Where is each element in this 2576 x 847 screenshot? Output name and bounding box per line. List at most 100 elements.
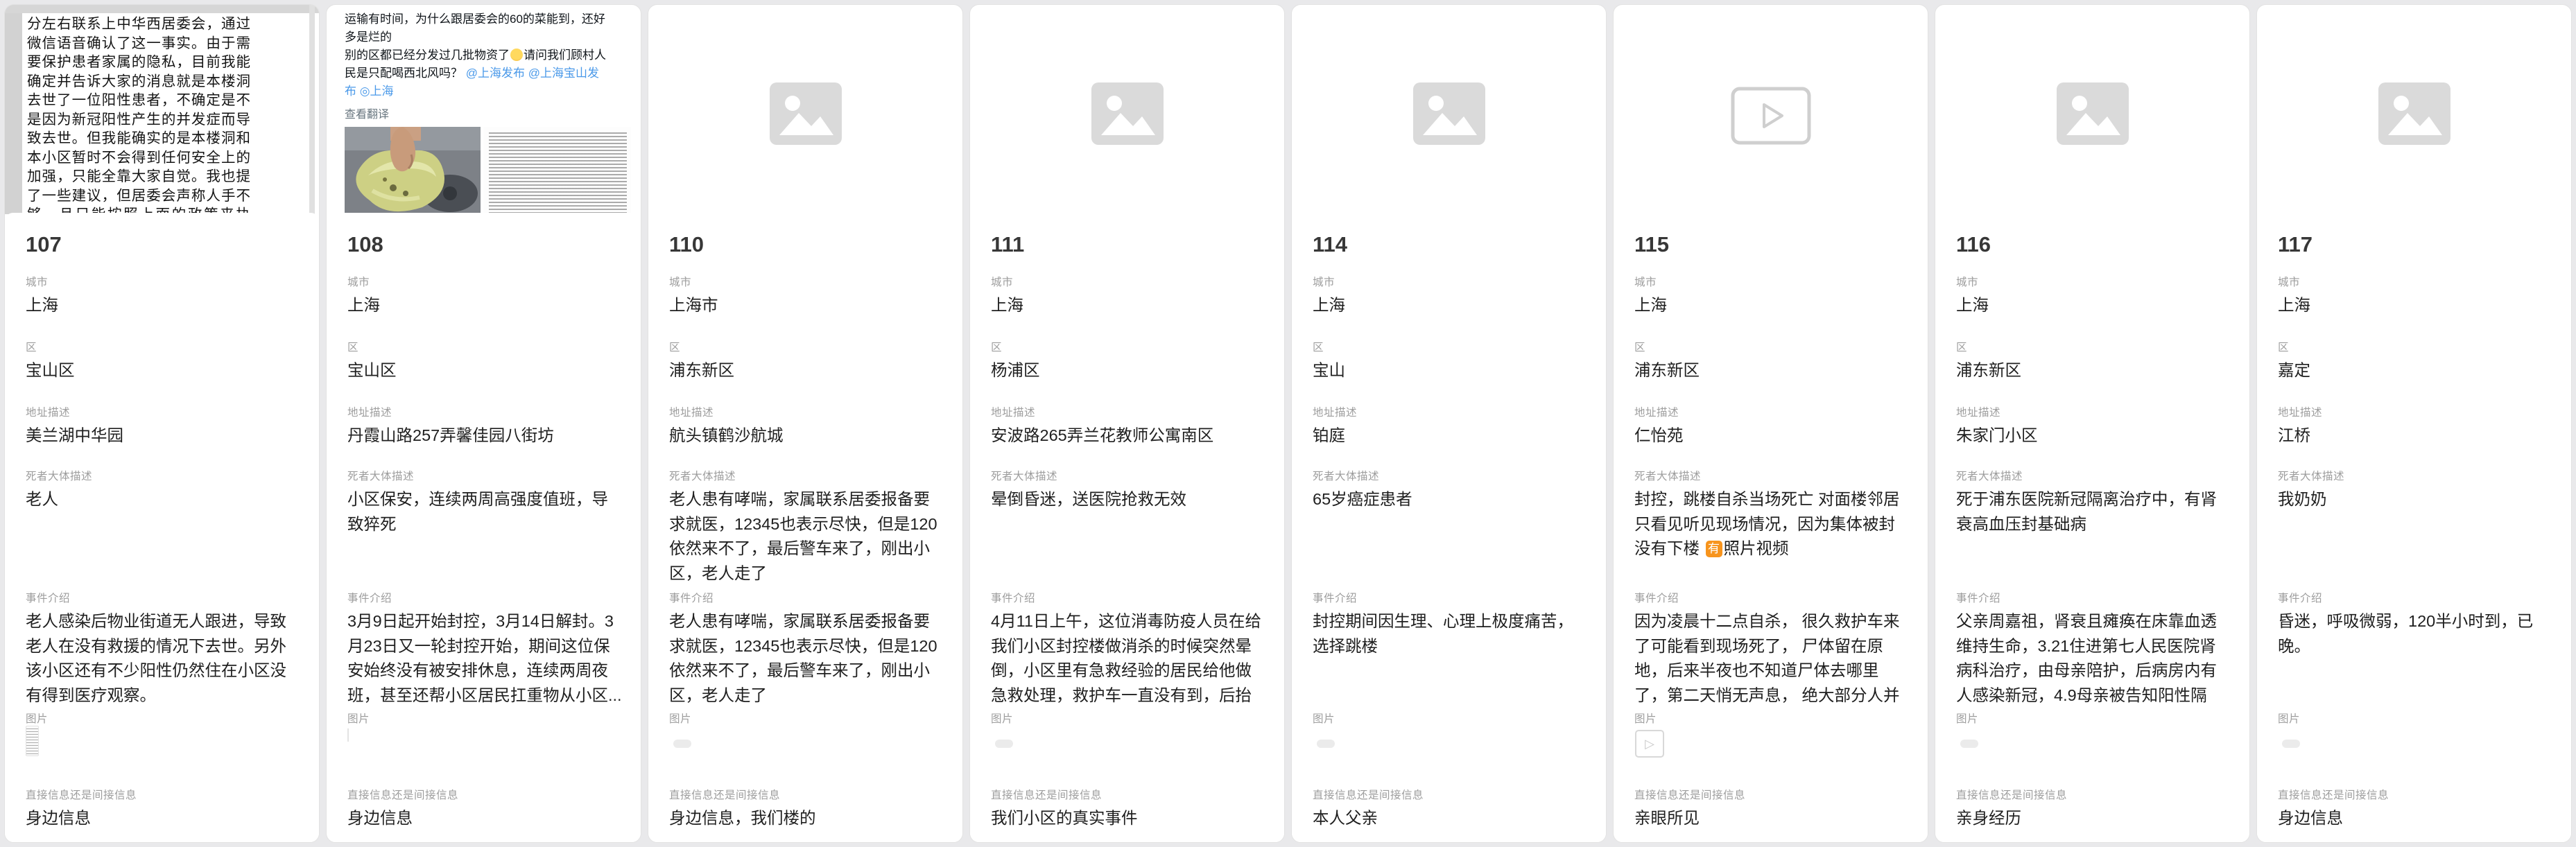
field-label-event: 事件介绍 — [1956, 590, 2231, 605]
field-label-event: 事件介绍 — [1313, 590, 1588, 605]
field-value-address: 丹霞山路257弄馨佳园八街坊 — [347, 424, 623, 448]
field-label-city: 城市 — [2278, 274, 2553, 289]
wechat-message-text: 分左右联系上中华西居委会，通过微信语音确认了这一事实。由于需要保护患者家属的隐私… — [27, 15, 250, 220]
field-label-city: 城市 — [347, 274, 623, 289]
field-label-city: 城市 — [1634, 274, 1910, 289]
field-value-city: 上海 — [26, 293, 301, 318]
card-number: 116 — [1956, 232, 1991, 257]
field-value-city: 上海 — [347, 293, 623, 318]
deceased-text-suffix: 照片视频 — [1724, 539, 1789, 557]
attachment-thumb-text[interactable] — [347, 728, 349, 742]
field-label-direct: 直接信息还是间接信息 — [347, 787, 623, 802]
tweet-text-line: 运输有时间，为什么跟居委会的60的菜能到，还好多是烂的 — [345, 10, 610, 46]
field-label-district: 区 — [1313, 339, 1588, 354]
attachment-thumbnail-video[interactable]: ▷ — [1635, 730, 1664, 758]
field-value-deceased: 封控，跳楼自杀当场死亡 对面楼邻居只看见听见现场情况，因为集体被封没有下楼 有照… — [1634, 487, 1910, 561]
field-label-deceased: 死者大体描述 — [669, 468, 944, 483]
field-value-event: 老人患有哮喘，家属联系居委报备要求就医，12345也表示尽快，但是120依然来不… — [669, 609, 944, 708]
incident-card[interactable]: 110 城市 上海市 区 浦东新区 地址描述 航头镇鹤沙航城 死者大体描述 老人… — [648, 4, 963, 843]
attachment-thumbnail-screenshot[interactable] — [26, 726, 39, 756]
field-value-address: 航头镇鹤沙航城 — [669, 424, 944, 448]
attachment-thumbnail[interactable] — [673, 740, 691, 748]
attachment-thumbnail[interactable] — [1317, 740, 1335, 748]
field-label-direct: 直接信息还是间接信息 — [1956, 787, 2231, 802]
incident-card[interactable]: 114 城市 上海 区 宝山 地址描述 铂庭 死者大体描述 65岁癌症患者 事件… — [1291, 4, 1607, 843]
field-label-district: 区 — [991, 339, 1266, 354]
screenshot-left-margin — [5, 5, 22, 214]
field-label-event: 事件介绍 — [669, 590, 944, 605]
screenshot-right-margin — [309, 5, 315, 214]
field-value-district: 宝山区 — [26, 358, 301, 383]
field-value-address: 江桥 — [2278, 424, 2553, 448]
field-label-city: 城市 — [669, 274, 944, 289]
card-cover-media: 运输有时间，为什么跟居委会的60的菜能到，还好多是烂的 别的区都已经分发过几批物… — [327, 5, 641, 220]
attachment-thumbnail[interactable] — [2282, 740, 2300, 748]
field-value-city: 上海市 — [669, 293, 944, 318]
field-label-district: 区 — [1634, 339, 1910, 354]
field-label-direct: 直接信息还是间接信息 — [26, 787, 301, 802]
field-label-image: 图片 — [26, 710, 301, 726]
attachment-thumbnail[interactable] — [995, 740, 1013, 748]
attachment-thumbnails-stacked[interactable] — [347, 729, 363, 742]
incident-card[interactable]: 117 城市 上海 区 嘉定 地址描述 江桥 死者大体描述 我奶奶 事件介绍 昏… — [2256, 4, 2572, 843]
field-label-event: 事件介绍 — [347, 590, 623, 605]
field-label-direct: 直接信息还是间接信息 — [669, 787, 944, 802]
tweet-attached-images — [345, 127, 631, 220]
field-label-district: 区 — [2278, 339, 2553, 354]
deceased-text: 老人 — [26, 490, 58, 508]
field-value-address: 铂庭 — [1313, 424, 1588, 448]
field-value-deceased: 65岁癌症患者 — [1313, 487, 1588, 512]
field-label-image: 图片 — [347, 710, 623, 726]
field-label-event: 事件介绍 — [1634, 590, 1910, 605]
card-cover-media — [1614, 5, 1928, 220]
field-value-direct: 本人父亲 — [1313, 806, 1588, 831]
screenshot-top-margin — [5, 5, 319, 13]
field-value-deceased: 我奶奶 — [2278, 487, 2553, 512]
card-cover-media — [970, 5, 1284, 220]
tweet-text: 别的区都已经分发过几批物资了 — [345, 49, 510, 62]
incident-card[interactable]: 运输有时间，为什么跟居委会的60的菜能到，还好多是烂的 别的区都已经分发过几批物… — [326, 4, 641, 843]
field-label-image: 图片 — [2278, 710, 2553, 726]
card-number: 108 — [347, 232, 383, 257]
deceased-text: 我奶奶 — [2278, 490, 2327, 508]
field-label-city: 城市 — [1313, 274, 1588, 289]
field-value-deceased: 老人 — [26, 487, 301, 512]
field-value-district: 浦东新区 — [669, 358, 944, 383]
field-label-city: 城市 — [26, 274, 301, 289]
field-value-deceased: 晕倒昏迷，送医院抢救无效 — [991, 487, 1266, 512]
field-label-direct: 直接信息还是间接信息 — [2278, 787, 2553, 802]
field-value-district: 浦东新区 — [1634, 358, 1910, 383]
field-label-direct: 直接信息还是间接信息 — [1634, 787, 1910, 802]
field-label-image: 图片 — [1956, 710, 2231, 726]
field-label-deceased: 死者大体描述 — [2278, 468, 2553, 483]
field-value-direct: 亲眼所见 — [1634, 806, 1910, 831]
deceased-text: 65岁癌症患者 — [1313, 490, 1412, 508]
have-badge-emoji: 有 — [1706, 541, 1722, 557]
field-label-address: 地址描述 — [1956, 404, 2231, 419]
attachment-thumbnail[interactable] — [1960, 740, 1978, 748]
deceased-text: 老人患有哮喘，家属联系居委报备要求就医，12345也表示尽快，但是120依然来不… — [669, 490, 937, 582]
field-label-district: 区 — [26, 339, 301, 354]
field-label-image: 图片 — [1313, 710, 1588, 726]
field-value-deceased: 老人患有哮喘，家属联系居委报备要求就医，12345也表示尽快，但是120依然来不… — [669, 487, 944, 586]
field-value-district: 宝山 — [1313, 358, 1588, 383]
field-label-image: 图片 — [669, 710, 944, 726]
view-translation-link[interactable]: 查看翻译 — [345, 105, 610, 121]
incident-card[interactable]: 116 城市 上海 区 浦东新区 地址描述 朱家门小区 死者大体描述 死于浦东医… — [1935, 4, 2250, 843]
deceased-text: 晕倒昏迷，送医院抢救无效 — [991, 490, 1186, 508]
incident-card[interactable]: 111 城市 上海 区 杨浦区 地址描述 安波路265弄兰花教师公寓南区 死者大… — [969, 4, 1285, 843]
field-value-address: 安波路265弄兰花教师公寓南区 — [991, 424, 1266, 448]
incident-card[interactable]: 115 城市 上海 区 浦东新区 地址描述 仁怡苑 死者大体描述 封控，跳楼自杀… — [1613, 4, 1928, 843]
field-label-event: 事件介绍 — [2278, 590, 2553, 605]
field-label-direct: 直接信息还是间接信息 — [991, 787, 1266, 802]
field-label-deceased: 死者大体描述 — [26, 468, 301, 483]
field-value-direct: 我们小区的真实事件 — [991, 806, 1266, 831]
incident-card[interactable]: 分左右联系上中华西居委会，通过微信语音确认了这一事实。由于需要保护患者家属的隐私… — [4, 4, 320, 843]
image-placeholder-icon — [2257, 5, 2571, 220]
field-value-district: 嘉定 — [2278, 358, 2553, 383]
card-number: 107 — [26, 232, 62, 257]
field-label-address: 地址描述 — [2278, 404, 2553, 419]
card-cover-media — [1292, 5, 1606, 220]
field-label-address: 地址描述 — [669, 404, 944, 419]
field-value-city: 上海 — [1634, 293, 1910, 318]
